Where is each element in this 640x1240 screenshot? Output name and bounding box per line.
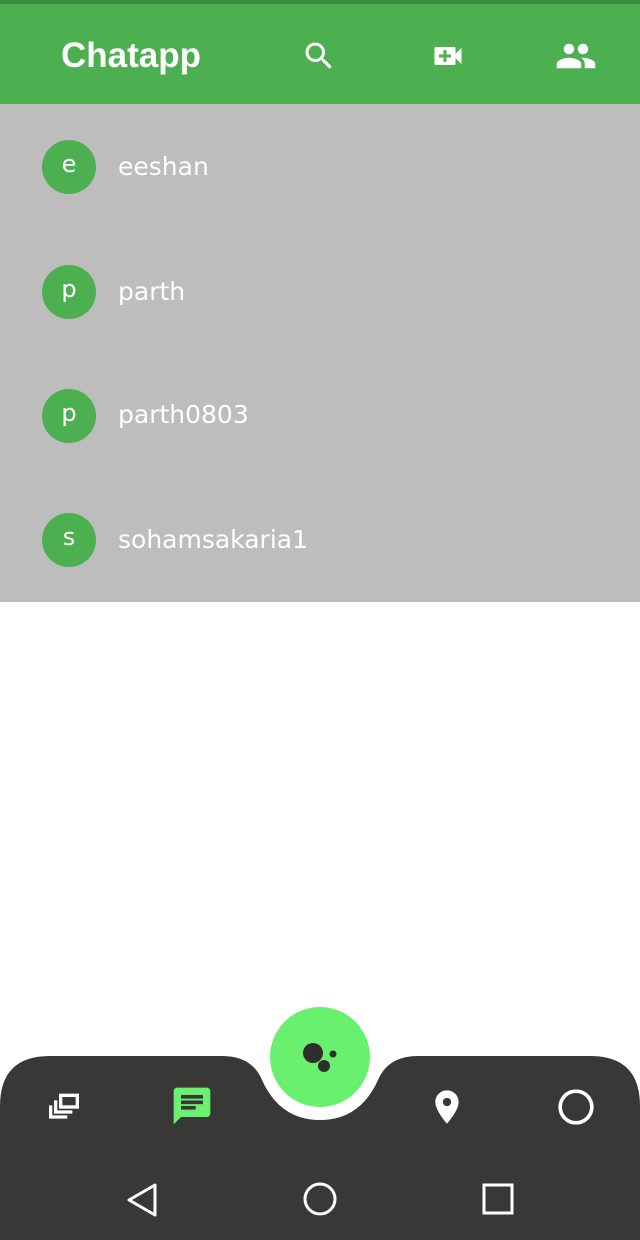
status-circle-icon[interactable] bbox=[548, 1079, 604, 1135]
contact-item[interactable]: p parth0803 bbox=[0, 352, 640, 476]
contact-list: e eeshan p parth p parth0803 s sohamsaka… bbox=[0, 104, 640, 602]
video-call-icon[interactable] bbox=[424, 32, 472, 80]
avatar: s bbox=[42, 513, 96, 567]
avatar: p bbox=[42, 389, 96, 443]
contact-item[interactable]: p parth bbox=[0, 228, 640, 352]
contact-name: sohamsakaria1 bbox=[118, 525, 308, 554]
search-icon[interactable] bbox=[295, 32, 343, 80]
contact-name: parth0803 bbox=[118, 400, 249, 429]
home-icon[interactable] bbox=[292, 1171, 348, 1227]
screen: Chatapp e eeshan p parth p parth0803 s s… bbox=[0, 0, 640, 1240]
chat-icon[interactable] bbox=[164, 1078, 220, 1134]
assistant-fab-button[interactable] bbox=[270, 1007, 370, 1107]
recents-icon[interactable] bbox=[470, 1171, 526, 1227]
stories-icon[interactable] bbox=[36, 1079, 92, 1135]
avatar: p bbox=[42, 265, 96, 319]
avatar: e bbox=[42, 140, 96, 194]
contact-item[interactable]: s sohamsakaria1 bbox=[0, 476, 640, 600]
location-pin-icon[interactable] bbox=[419, 1079, 475, 1135]
back-icon[interactable] bbox=[114, 1172, 170, 1228]
app-title: Chatapp bbox=[61, 36, 201, 75]
contact-item[interactable]: e eeshan bbox=[0, 104, 640, 228]
group-icon[interactable] bbox=[552, 32, 600, 80]
contact-name: parth bbox=[118, 277, 186, 306]
app-bar: Chatapp bbox=[0, 4, 640, 104]
contact-name: eeshan bbox=[118, 152, 209, 181]
assistant-dots-icon bbox=[303, 1043, 337, 1072]
